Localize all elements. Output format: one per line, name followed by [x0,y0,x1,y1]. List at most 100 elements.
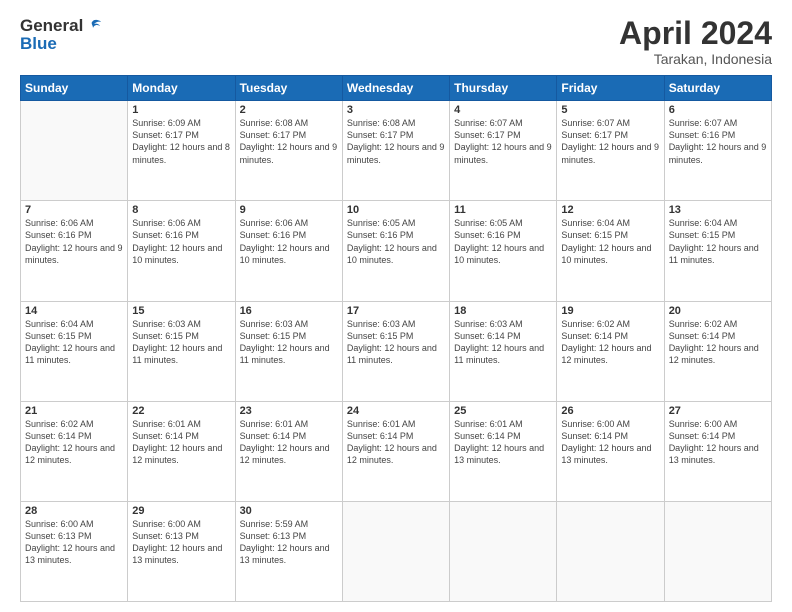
calendar-day-cell: 18Sunrise: 6:03 AMSunset: 6:14 PMDayligh… [450,301,557,401]
calendar-header-row: SundayMondayTuesdayWednesdayThursdayFrid… [21,76,772,101]
calendar-day-cell: 30Sunrise: 5:59 AMSunset: 6:13 PMDayligh… [235,501,342,601]
day-info: Sunrise: 6:00 AMSunset: 6:14 PMDaylight:… [561,418,659,467]
calendar-day-cell: 17Sunrise: 6:03 AMSunset: 6:15 PMDayligh… [342,301,449,401]
logo: General Blue [20,16,102,54]
day-info: Sunrise: 6:00 AMSunset: 6:13 PMDaylight:… [25,518,123,567]
calendar-day-cell: 7Sunrise: 6:06 AMSunset: 6:16 PMDaylight… [21,201,128,301]
calendar-day-cell: 2Sunrise: 6:08 AMSunset: 6:17 PMDaylight… [235,101,342,201]
calendar-day-cell: 27Sunrise: 6:00 AMSunset: 6:14 PMDayligh… [664,401,771,501]
day-number: 12 [561,204,659,216]
calendar-day-cell: 22Sunrise: 6:01 AMSunset: 6:14 PMDayligh… [128,401,235,501]
day-number: 25 [454,405,552,417]
calendar-day-cell: 9Sunrise: 6:06 AMSunset: 6:16 PMDaylight… [235,201,342,301]
weekday-header: Tuesday [235,76,342,101]
day-number: 26 [561,405,659,417]
weekday-header: Wednesday [342,76,449,101]
calendar-day-cell: 28Sunrise: 6:00 AMSunset: 6:13 PMDayligh… [21,501,128,601]
calendar-day-cell: 1Sunrise: 6:09 AMSunset: 6:17 PMDaylight… [128,101,235,201]
calendar-day-cell: 26Sunrise: 6:00 AMSunset: 6:14 PMDayligh… [557,401,664,501]
day-info: Sunrise: 6:02 AMSunset: 6:14 PMDaylight:… [561,318,659,367]
day-info: Sunrise: 6:01 AMSunset: 6:14 PMDaylight:… [132,418,230,467]
day-number: 29 [132,505,230,517]
day-info: Sunrise: 6:00 AMSunset: 6:14 PMDaylight:… [669,418,767,467]
day-number: 3 [347,104,445,116]
logo-bird-icon [84,19,102,35]
calendar-day-cell: 10Sunrise: 6:05 AMSunset: 6:16 PMDayligh… [342,201,449,301]
day-info: Sunrise: 6:01 AMSunset: 6:14 PMDaylight:… [240,418,338,467]
calendar-day-cell [21,101,128,201]
calendar-day-cell: 20Sunrise: 6:02 AMSunset: 6:14 PMDayligh… [664,301,771,401]
day-number: 11 [454,204,552,216]
day-number: 21 [25,405,123,417]
day-info: Sunrise: 6:09 AMSunset: 6:17 PMDaylight:… [132,117,230,166]
day-info: Sunrise: 5:59 AMSunset: 6:13 PMDaylight:… [240,518,338,567]
day-number: 9 [240,204,338,216]
calendar-day-cell [664,501,771,601]
day-number: 4 [454,104,552,116]
day-info: Sunrise: 6:03 AMSunset: 6:15 PMDaylight:… [347,318,445,367]
day-number: 24 [347,405,445,417]
calendar-day-cell: 25Sunrise: 6:01 AMSunset: 6:14 PMDayligh… [450,401,557,501]
day-info: Sunrise: 6:05 AMSunset: 6:16 PMDaylight:… [454,217,552,266]
calendar-day-cell [450,501,557,601]
day-info: Sunrise: 6:00 AMSunset: 6:13 PMDaylight:… [132,518,230,567]
calendar-day-cell: 3Sunrise: 6:08 AMSunset: 6:17 PMDaylight… [342,101,449,201]
day-info: Sunrise: 6:06 AMSunset: 6:16 PMDaylight:… [240,217,338,266]
day-info: Sunrise: 6:02 AMSunset: 6:14 PMDaylight:… [669,318,767,367]
day-info: Sunrise: 6:03 AMSunset: 6:14 PMDaylight:… [454,318,552,367]
calendar-day-cell: 24Sunrise: 6:01 AMSunset: 6:14 PMDayligh… [342,401,449,501]
day-info: Sunrise: 6:03 AMSunset: 6:15 PMDaylight:… [132,318,230,367]
day-number: 27 [669,405,767,417]
calendar-day-cell: 29Sunrise: 6:00 AMSunset: 6:13 PMDayligh… [128,501,235,601]
day-info: Sunrise: 6:07 AMSunset: 6:17 PMDaylight:… [454,117,552,166]
day-info: Sunrise: 6:06 AMSunset: 6:16 PMDaylight:… [25,217,123,266]
header: General Blue April 2024 Tarakan, Indones… [20,16,772,67]
day-number: 2 [240,104,338,116]
calendar-week-row: 7Sunrise: 6:06 AMSunset: 6:16 PMDaylight… [21,201,772,301]
day-number: 8 [132,204,230,216]
day-number: 30 [240,505,338,517]
calendar-day-cell: 14Sunrise: 6:04 AMSunset: 6:15 PMDayligh… [21,301,128,401]
day-info: Sunrise: 6:03 AMSunset: 6:15 PMDaylight:… [240,318,338,367]
calendar-day-cell: 15Sunrise: 6:03 AMSunset: 6:15 PMDayligh… [128,301,235,401]
weekday-header: Saturday [664,76,771,101]
day-number: 14 [25,305,123,317]
calendar-week-row: 28Sunrise: 6:00 AMSunset: 6:13 PMDayligh… [21,501,772,601]
calendar-day-cell: 5Sunrise: 6:07 AMSunset: 6:17 PMDaylight… [557,101,664,201]
day-number: 20 [669,305,767,317]
day-number: 23 [240,405,338,417]
logo-blue-text: Blue [20,34,57,54]
day-info: Sunrise: 6:07 AMSunset: 6:16 PMDaylight:… [669,117,767,166]
calendar-table: SundayMondayTuesdayWednesdayThursdayFrid… [20,75,772,602]
calendar-week-row: 21Sunrise: 6:02 AMSunset: 6:14 PMDayligh… [21,401,772,501]
calendar-day-cell: 16Sunrise: 6:03 AMSunset: 6:15 PMDayligh… [235,301,342,401]
day-number: 19 [561,305,659,317]
weekday-header: Monday [128,76,235,101]
weekday-header: Friday [557,76,664,101]
day-number: 18 [454,305,552,317]
day-info: Sunrise: 6:05 AMSunset: 6:16 PMDaylight:… [347,217,445,266]
weekday-header: Sunday [21,76,128,101]
day-number: 16 [240,305,338,317]
logo-text: General [20,16,102,36]
calendar-day-cell: 12Sunrise: 6:04 AMSunset: 6:15 PMDayligh… [557,201,664,301]
calendar-week-row: 14Sunrise: 6:04 AMSunset: 6:15 PMDayligh… [21,301,772,401]
calendar-day-cell: 8Sunrise: 6:06 AMSunset: 6:16 PMDaylight… [128,201,235,301]
day-info: Sunrise: 6:06 AMSunset: 6:16 PMDaylight:… [132,217,230,266]
day-info: Sunrise: 6:02 AMSunset: 6:14 PMDaylight:… [25,418,123,467]
day-number: 22 [132,405,230,417]
page: General Blue April 2024 Tarakan, Indones… [0,0,792,612]
day-number: 17 [347,305,445,317]
calendar-day-cell: 4Sunrise: 6:07 AMSunset: 6:17 PMDaylight… [450,101,557,201]
calendar-day-cell: 11Sunrise: 6:05 AMSunset: 6:16 PMDayligh… [450,201,557,301]
calendar-day-cell: 21Sunrise: 6:02 AMSunset: 6:14 PMDayligh… [21,401,128,501]
month-title: April 2024 [619,16,772,51]
day-info: Sunrise: 6:04 AMSunset: 6:15 PMDaylight:… [25,318,123,367]
calendar-day-cell [557,501,664,601]
logo-general: General [20,16,83,35]
calendar-day-cell: 23Sunrise: 6:01 AMSunset: 6:14 PMDayligh… [235,401,342,501]
subtitle: Tarakan, Indonesia [619,51,772,67]
calendar-day-cell: 6Sunrise: 6:07 AMSunset: 6:16 PMDaylight… [664,101,771,201]
day-number: 6 [669,104,767,116]
day-info: Sunrise: 6:07 AMSunset: 6:17 PMDaylight:… [561,117,659,166]
